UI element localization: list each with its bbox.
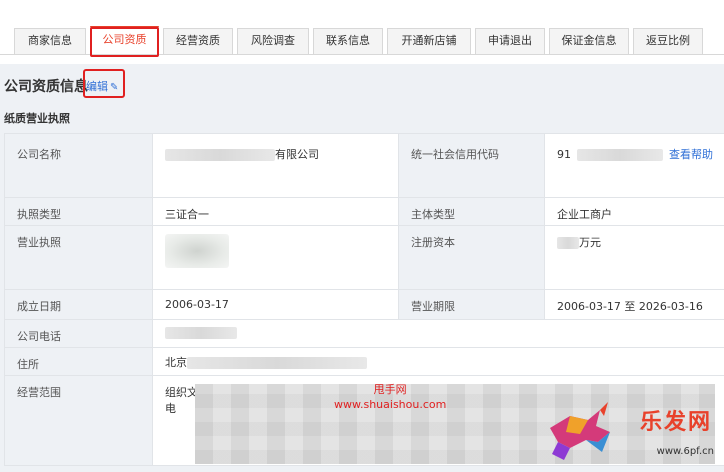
tab-apply-exit[interactable]: 申请退出: [475, 28, 545, 54]
value-license-type: 三证合一: [152, 197, 399, 226]
company-name-suffix: 有限公司: [275, 148, 319, 161]
watermark-name: 甩手网: [373, 383, 407, 396]
value-business-term: 2006-03-17 至 2026-03-16: [544, 289, 724, 320]
tab-deposit-info[interactable]: 保证金信息: [549, 28, 629, 54]
value-credit-code: 91 查看帮助: [544, 133, 724, 198]
label-company-name: 公司名称: [4, 133, 153, 198]
watermark-url: www.shuaishou.com: [334, 398, 447, 411]
label-registered-capital: 注册资本: [398, 225, 545, 290]
redacted-block: [187, 357, 367, 369]
table-row: 公司名称 有限公司 统一社会信用代码 91 查看帮助: [4, 133, 724, 198]
redacted-block: [557, 237, 579, 249]
label-address: 住所: [4, 347, 153, 376]
top-breadcrumb-strip: [0, 0, 724, 8]
help-link[interactable]: 查看帮助: [669, 148, 713, 161]
label-company-phone: 公司电话: [4, 319, 153, 348]
label-subject-type: 主体类型: [398, 197, 545, 226]
value-subject-type: 企业工商户: [544, 197, 724, 226]
tab-bar: 商家信息 公司资质 经营资质 风险调查 联系信息 开通新店铺 申请退出 保证金信…: [14, 26, 707, 54]
section-title: 公司资质信息: [4, 79, 88, 95]
value-established-date: 2006-03-17: [152, 289, 399, 320]
value-company-phone: [152, 319, 724, 348]
redacted-block: [165, 149, 275, 161]
logo-text: 乐发网: [639, 409, 712, 435]
table-row: 营业执照 注册资本 万元: [4, 225, 724, 290]
tab-bean-return-ratio[interactable]: 返豆比例: [633, 28, 703, 54]
address-prefix: 北京: [165, 356, 187, 369]
tab-bar-divider: [0, 54, 724, 55]
label-business-scope: 经营范围: [4, 375, 153, 466]
table-row: 成立日期 2006-03-17 营业期限 2006-03-17 至 2026-0…: [4, 289, 724, 320]
value-company-name: 有限公司: [152, 133, 399, 198]
logo-url: www.6pf.cn: [656, 446, 714, 457]
credit-code-prefix: 91: [557, 148, 571, 161]
redacted-block: [165, 327, 237, 339]
label-license-type: 执照类型: [4, 197, 153, 226]
tab-contact-info[interactable]: 联系信息: [313, 28, 383, 54]
label-credit-code: 统一社会信用代码: [398, 133, 545, 198]
shuaishou-watermark: 甩手网 www.shuaishou.com: [334, 382, 446, 412]
table-row: 住所 北京: [4, 347, 724, 376]
tab-risk-investigation[interactable]: 风险调查: [237, 28, 309, 54]
edit-link[interactable]: 编辑 ✎: [86, 78, 118, 94]
label-business-license: 营业执照: [4, 225, 153, 290]
tab-merchant-info[interactable]: 商家信息: [14, 28, 86, 54]
tab-open-new-store[interactable]: 开通新店铺: [387, 28, 471, 54]
subsection-title: 纸质营业执照: [4, 112, 70, 125]
table-row: 执照类型 三证合一 主体类型 企业工商户: [4, 197, 724, 226]
tab-business-qualification[interactable]: 经营资质: [163, 28, 233, 54]
value-address: 北京: [152, 347, 724, 376]
redacted-block: [577, 149, 663, 161]
capital-suffix: 万元: [579, 236, 601, 249]
table-row: 公司电话: [4, 319, 724, 348]
value-business-license: [152, 225, 399, 290]
tab-company-qualification[interactable]: 公司资质: [90, 26, 159, 54]
label-business-term: 营业期限: [398, 289, 545, 320]
6pf-logo: 乐发网 www.6pf.cn: [540, 398, 724, 472]
edit-label: 编辑: [86, 80, 108, 93]
value-registered-capital: 万元: [544, 225, 724, 290]
business-license-image[interactable]: [165, 234, 229, 268]
pencil-icon: ✎: [110, 82, 119, 93]
bull-logo-icon: [550, 402, 610, 460]
label-established-date: 成立日期: [4, 289, 153, 320]
